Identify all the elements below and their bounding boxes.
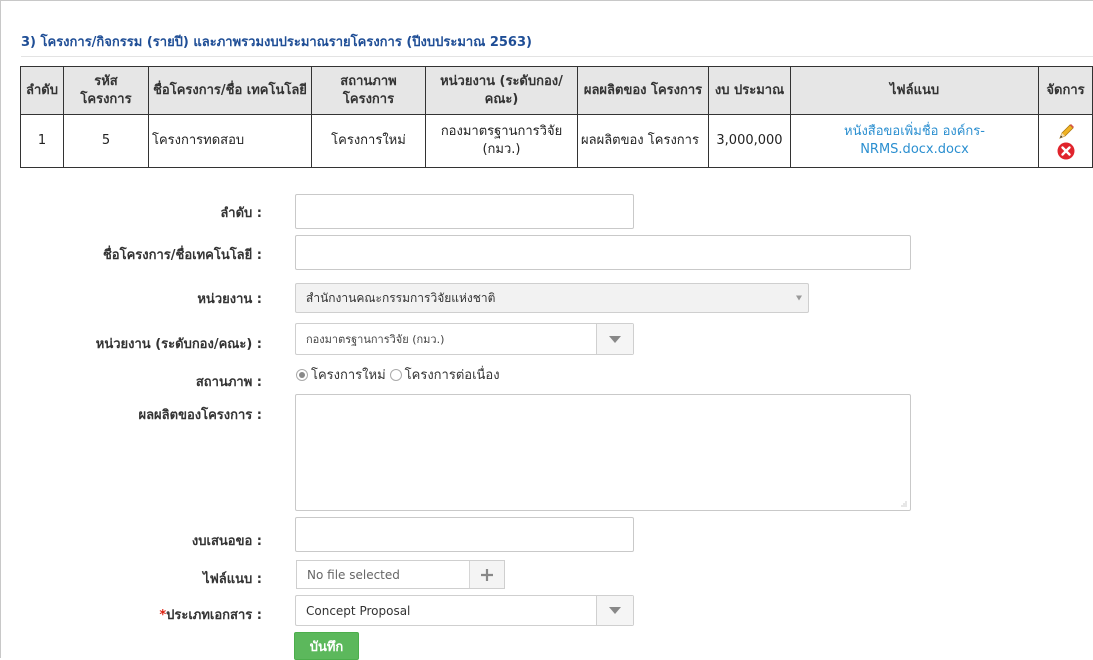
chevron-down-icon bbox=[796, 295, 802, 301]
cell-name: โครงการทดสอบ bbox=[148, 114, 312, 168]
doctype-dropdown-button[interactable] bbox=[596, 596, 633, 625]
cell-actions bbox=[1038, 114, 1093, 168]
col-header-status: สถานภาพ โครงการ bbox=[311, 66, 426, 115]
project-name-label: ชื่อโครงการ/ชื่อเทคโนโลยี : bbox=[102, 248, 262, 263]
col-header-code: รหัส โครงการ bbox=[63, 66, 149, 115]
project-name-input[interactable] bbox=[295, 235, 911, 270]
attachment-label: ไฟล์แนบ : bbox=[203, 572, 262, 587]
col-header-unit: หน่วยงาน (ระดับกอง/ คณะ) bbox=[425, 66, 578, 115]
save-button[interactable]: บันทึก bbox=[294, 632, 359, 660]
status-label: สถานภาพ : bbox=[195, 375, 262, 390]
output-label: ผลผลิตของโครงการ : bbox=[138, 408, 262, 423]
cell-file: หนังสือขอเพิ่มชื่อ องค์กร-NRMS.docx.docx bbox=[790, 114, 1039, 168]
division-dropdown-button[interactable] bbox=[596, 324, 633, 354]
status-radio-group: โครงการใหม่ โครงการต่อเนื่อง bbox=[296, 364, 500, 385]
edit-pencil-icon[interactable] bbox=[1056, 122, 1076, 142]
agency-label: หน่วยงาน : bbox=[197, 292, 262, 307]
section-title: 3) โครงการ/กิจกรรม (รายปี) และภาพรวมงบปร… bbox=[21, 35, 532, 50]
order-label: ลำดับ : bbox=[220, 206, 262, 221]
order-input[interactable] bbox=[295, 194, 634, 229]
col-header-output: ผลผลิตของ โครงการ bbox=[577, 66, 709, 115]
cell-order: 1 bbox=[20, 114, 64, 168]
output-textarea[interactable] bbox=[295, 394, 911, 511]
division-select[interactable]: กองมาตรฐานการวิจัย (กมว.) bbox=[295, 323, 634, 355]
cell-status: โครงการใหม่ bbox=[311, 114, 426, 168]
col-header-order: ลำดับ bbox=[20, 66, 64, 115]
status-radio-continuing[interactable] bbox=[389, 368, 402, 381]
cell-code: 5 bbox=[63, 114, 149, 168]
table-header-row: ลำดับ รหัส โครงการ ชื่อโครงการ/ชื่อ เทคโ… bbox=[20, 66, 1093, 115]
attachment-link[interactable]: หนังสือขอเพิ่มชื่อ องค์กร-NRMS.docx.docx bbox=[844, 124, 985, 157]
budget-label: งบเสนอขอ : bbox=[191, 534, 262, 549]
resize-handle-icon[interactable] bbox=[901, 501, 907, 507]
title-divider bbox=[21, 56, 1093, 57]
add-file-button[interactable] bbox=[469, 561, 504, 588]
triangle-down-icon bbox=[609, 607, 621, 614]
col-header-name: ชื่อโครงการ/ชื่อ เทคโนโลยี bbox=[148, 66, 312, 115]
projects-table: ลำดับ รหัส โครงการ ชื่อโครงการ/ชื่อ เทคโ… bbox=[20, 66, 1093, 168]
agency-select[interactable]: สำนักงานคณะกรรมการวิจัยแห่งชาติ bbox=[295, 283, 809, 313]
budget-input[interactable] bbox=[295, 517, 634, 552]
status-option-continuing-label: โครงการต่อเนื่อง bbox=[404, 368, 500, 383]
doctype-label: *ประเภทเอกสาร : bbox=[17, 604, 262, 625]
cell-output: ผลผลิตของ โครงการ bbox=[577, 114, 709, 168]
plus-icon bbox=[481, 568, 493, 581]
status-option-new-label: โครงการใหม่ bbox=[311, 368, 386, 383]
status-radio-new[interactable] bbox=[296, 368, 308, 381]
delete-icon[interactable] bbox=[1057, 142, 1075, 160]
table-row: 1 5 โครงการทดสอบ โครงการใหม่ กองมาตรฐานก… bbox=[20, 114, 1093, 168]
file-input[interactable]: No file selected bbox=[296, 560, 505, 589]
cell-unit: กองมาตรฐานการวิจัย (กมว.) bbox=[425, 114, 578, 168]
cell-budget: 3,000,000 bbox=[708, 114, 791, 168]
doctype-select-value: Concept Proposal bbox=[306, 603, 411, 618]
col-header-actions: จัดการ bbox=[1038, 66, 1093, 115]
agency-select-value: สำนักงานคณะกรรมการวิจัยแห่งชาติ bbox=[306, 290, 496, 305]
file-input-placeholder: No file selected bbox=[307, 567, 400, 582]
doctype-select[interactable]: Concept Proposal bbox=[295, 595, 634, 626]
col-header-file: ไฟล์แนบ bbox=[790, 66, 1039, 115]
doctype-label-text: ประเภทเอกสาร : bbox=[166, 608, 262, 623]
col-header-budget: งบ ประมาณ bbox=[708, 66, 791, 115]
division-select-value: กองมาตรฐานการวิจัย (กมว.) bbox=[306, 333, 445, 346]
division-label: หน่วยงาน (ระดับกอง/คณะ) : bbox=[95, 337, 262, 352]
triangle-down-icon bbox=[609, 335, 621, 343]
